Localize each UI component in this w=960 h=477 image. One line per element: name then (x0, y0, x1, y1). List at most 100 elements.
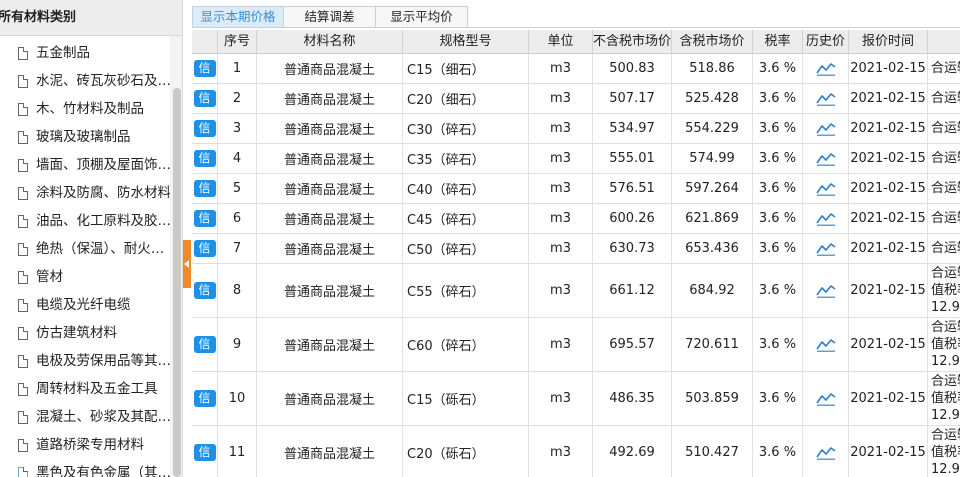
cell-index: 3 (218, 114, 257, 143)
cell-history-price (803, 174, 849, 203)
badge-cell: 信 (192, 84, 218, 113)
document-icon (18, 411, 28, 424)
cell-index: 10 (218, 372, 257, 425)
table-row[interactable]: 信 5 普通商品混凝土 C40（碎石） m3 576.51 597.264 3.6 % 2021… (192, 174, 960, 204)
tree-item[interactable]: 水泥、砖瓦灰砂石及… (0, 67, 171, 95)
tree-item[interactable]: 五金制品 (0, 39, 170, 67)
cell-material-name: 普通商品混凝土 (257, 426, 403, 477)
cell-spec: C50（碎石） (403, 234, 529, 263)
table-row[interactable]: 信 10 普通商品混凝土 C15（砾石） m3 486.35 503.859 3.6 % 202… (192, 372, 960, 426)
credit-badge[interactable]: 信 (193, 150, 216, 167)
table-row[interactable]: 信 6 普通商品混凝土 C45（碎石） m3 600.26 621.869 3.6 % 2021… (192, 204, 960, 234)
document-icon (18, 103, 28, 116)
table-row[interactable]: 信 11 普通商品混凝土 C20（砾石） m3 492.69 510.427 3.6 % 202… (192, 426, 960, 477)
header-index[interactable]: 序号 (218, 30, 257, 54)
tree-item[interactable]: 道路桥梁专用材料 (0, 431, 170, 459)
badge-cell: 信 (192, 372, 218, 425)
cell-spec: C60（碎石） (403, 318, 529, 371)
cell-material-name: 普通商品混凝土 (257, 372, 403, 425)
line-chart-icon[interactable] (815, 152, 836, 166)
cell-history-price (803, 234, 849, 263)
tab-average-price[interactable]: 显示平均价 (375, 6, 468, 28)
tree-item-label: 道路桥梁专用材料 (36, 437, 144, 453)
tab-settlement-adjust[interactable]: 结算调差 (283, 6, 376, 28)
line-chart-icon[interactable] (815, 182, 836, 196)
table-row[interactable]: 信 9 普通商品混凝土 C60（碎石） m3 695.57 720.611 3.6 % 2021… (192, 318, 960, 372)
remark-text: 合运输 (931, 61, 960, 76)
credit-badge[interactable]: 信 (193, 282, 216, 299)
credit-badge[interactable]: 信 (193, 210, 216, 227)
cell-unit: m3 (529, 114, 593, 143)
line-chart-icon[interactable] (815, 62, 836, 76)
tree-item[interactable]: 周转材料及五金工具 (0, 375, 170, 403)
credit-badge[interactable]: 信 (193, 90, 216, 107)
header-history-price[interactable]: 历史价 (803, 30, 849, 54)
line-chart-icon[interactable] (815, 122, 836, 136)
credit-badge[interactable]: 信 (193, 336, 216, 353)
header-unit[interactable]: 单位 (529, 30, 593, 54)
cell-unit: m3 (529, 372, 593, 425)
table-row[interactable]: 信 8 普通商品混凝土 C55（碎石） m3 661.12 684.92 3.6 % 2021-… (192, 264, 960, 318)
header-price-ex-tax[interactable]: 不含税市场价 (593, 30, 672, 54)
document-icon (18, 271, 28, 284)
tree-item-label: 仿古建筑材料 (36, 325, 117, 341)
header-price-inc-tax[interactable]: 含税市场价 (672, 30, 753, 54)
tree-item[interactable]: 油品、化工原料及胶… (0, 207, 171, 235)
line-chart-icon[interactable] (815, 446, 836, 460)
credit-badge[interactable]: 信 (193, 390, 216, 407)
credit-badge[interactable]: 信 (193, 444, 216, 461)
table-row[interactable]: 信 2 普通商品混凝土 C20（细石） m3 507.17 525.428 3.6 % 2021… (192, 84, 960, 114)
credit-badge[interactable]: 信 (193, 60, 216, 77)
line-chart-icon[interactable] (815, 392, 836, 406)
tab-current-price[interactable]: 显示本期价格 (192, 6, 284, 28)
tree-item-label: 木、竹材料及制品 (36, 101, 144, 117)
line-chart-icon[interactable] (815, 242, 836, 256)
header-quote-date[interactable]: 报价时间 (849, 30, 928, 54)
chevron-left-icon (184, 260, 189, 268)
table-row[interactable]: 信 3 普通商品混凝土 C30（碎石） m3 534.97 554.229 3.6 % 2021… (192, 114, 960, 144)
header-badge[interactable] (192, 30, 218, 54)
tree-item[interactable]: 玻璃及玻璃制品 (0, 123, 170, 151)
tree-item[interactable]: 墙面、顶棚及屋面饰… (0, 151, 171, 179)
document-icon (18, 467, 28, 477)
header-material-name[interactable]: 材料名称 (257, 30, 403, 54)
cell-tax-rate: 3.6 % (753, 114, 803, 143)
line-chart-icon[interactable] (815, 338, 836, 352)
sidebar-scrollbar-thumb[interactable] (173, 88, 181, 477)
table-row[interactable]: 信 4 普通商品混凝土 C35（碎石） m3 555.01 574.99 3.6 % 2021-… (192, 144, 960, 174)
line-chart-icon[interactable] (815, 284, 836, 298)
tree-item[interactable]: 黑色及有色金属（其… (0, 459, 171, 477)
header-tax-rate[interactable]: 税率 (753, 30, 803, 54)
credit-badge[interactable]: 信 (193, 240, 216, 257)
tree-item[interactable]: 绝热（保温）、耐火… (0, 235, 170, 263)
tree-item[interactable]: 管材 (0, 263, 170, 291)
cell-tax-rate: 3.6 % (753, 84, 803, 113)
tree-item[interactable]: 混凝土、砂浆及其配… (0, 403, 171, 431)
header-spec[interactable]: 规格型号 (403, 30, 529, 54)
cell-quote-date: 2021-02-15 (849, 204, 928, 233)
cell-price-ex-tax: 661.12 (593, 264, 672, 317)
tree-item[interactable]: 仿古建筑材料 (0, 319, 170, 347)
tree-item[interactable]: 电缆及光纤电缆 (0, 291, 170, 319)
tree-item-label: 绝热（保温）、耐火… (36, 241, 165, 257)
document-icon (18, 243, 28, 256)
cell-quote-date: 2021-02-15 (849, 264, 928, 317)
line-chart-icon[interactable] (815, 212, 836, 226)
sidebar-title: 所有材料类别 (0, 10, 77, 25)
remark-text: 合运输 (931, 266, 960, 281)
cell-history-price (803, 204, 849, 233)
sidebar-collapse-button[interactable] (183, 240, 191, 288)
table-row[interactable]: 信 1 普通商品混凝土 C15（细石） m3 500.83 518.86 3.6 % 2021-… (192, 54, 960, 84)
tree-item[interactable]: 电极及劳保用品等其… (0, 347, 171, 375)
cell-tax-rate: 3.6 % (753, 54, 803, 83)
tree-item[interactable]: 涂料及防腐、防水材料 (0, 179, 171, 207)
table-header: 序号 材料名称 规格型号 单位 不含税市场价 含税市场价 税率 历史价 报价时间 (192, 30, 960, 54)
tree-item[interactable]: 木、竹材料及制品 (0, 95, 170, 123)
credit-badge[interactable]: 信 (193, 120, 216, 137)
line-chart-icon[interactable] (815, 92, 836, 106)
header-remark[interactable] (928, 30, 960, 54)
cell-material-name: 普通商品混凝土 (257, 264, 403, 317)
table-row[interactable]: 信 7 普通商品混凝土 C50（碎石） m3 630.73 653.436 3.6 % 2021… (192, 234, 960, 264)
cell-spec: C15（砾石） (403, 372, 529, 425)
credit-badge[interactable]: 信 (193, 180, 216, 197)
